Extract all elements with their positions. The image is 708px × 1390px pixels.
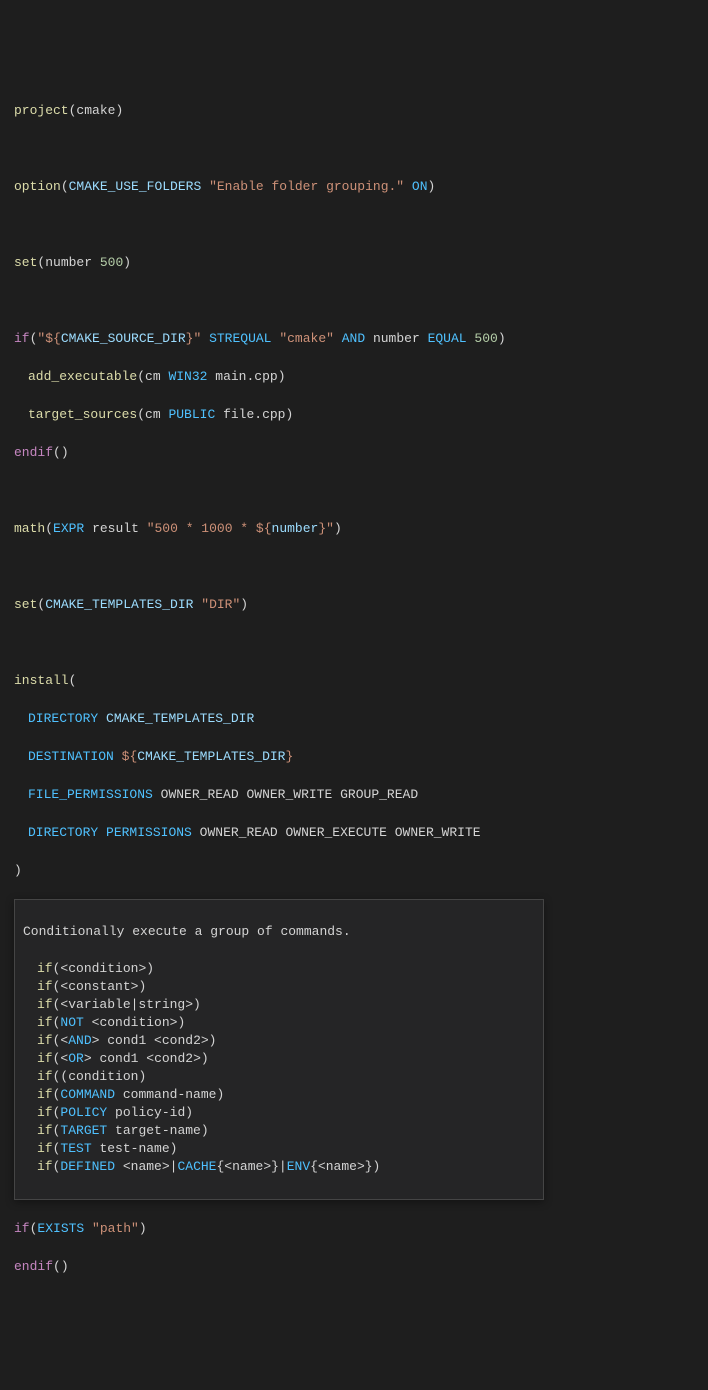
tooltip-row: if(<AND> cond1 <cond2>) xyxy=(23,1032,535,1050)
code-line: add_executable(cm WIN32 main.cpp) xyxy=(14,367,694,386)
code-line xyxy=(14,215,694,234)
code-line: if(EXISTS "path") xyxy=(14,1219,694,1238)
tooltip-row: if(NOT <condition>) xyxy=(23,1014,535,1032)
code-line: project(cmake) xyxy=(14,101,694,120)
code-editor[interactable]: project(cmake) option(CMAKE_USE_FOLDERS … xyxy=(14,82,694,1295)
tooltip-title: Conditionally execute a group of command… xyxy=(23,923,535,941)
tooltip-row: if(<constant>) xyxy=(23,978,535,996)
code-line: option(CMAKE_USE_FOLDERS "Enable folder … xyxy=(14,177,694,196)
code-line: DIRECTORY PERMISSIONS OWNER_READ OWNER_E… xyxy=(14,823,694,842)
code-line: if("${CMAKE_SOURCE_DIR}" STREQUAL "cmake… xyxy=(14,329,694,348)
code-line: ) xyxy=(14,861,694,880)
code-line: DIRECTORY CMAKE_TEMPLATES_DIR xyxy=(14,709,694,728)
code-line: set(number 500) xyxy=(14,253,694,272)
code-line: target_sources(cm PUBLIC file.cpp) xyxy=(14,405,694,424)
code-line: install( xyxy=(14,671,694,690)
tooltip-row: if(POLICY policy-id) xyxy=(23,1104,535,1122)
tooltip-row: if(TEST test-name) xyxy=(23,1140,535,1158)
code-line: DESTINATION ${CMAKE_TEMPLATES_DIR} xyxy=(14,747,694,766)
tooltip-row: if(DEFINED <name>|CACHE{<name>}|ENV{<nam… xyxy=(23,1158,535,1176)
code-line xyxy=(14,557,694,576)
tooltip-row: if((condition) xyxy=(23,1068,535,1086)
code-line xyxy=(14,633,694,652)
tooltip-row: if(<variable|string>) xyxy=(23,996,535,1014)
code-line: FILE_PERMISSIONS OWNER_READ OWNER_WRITE … xyxy=(14,785,694,804)
code-line xyxy=(14,291,694,310)
tooltip-row: if(<condition>) xyxy=(23,960,535,978)
hover-tooltip: Conditionally execute a group of command… xyxy=(14,899,544,1200)
code-line xyxy=(14,481,694,500)
code-line: endif() xyxy=(14,1257,694,1276)
code-line: math(EXPR result "500 * 1000 * ${number}… xyxy=(14,519,694,538)
tooltip-row: if(TARGET target-name) xyxy=(23,1122,535,1140)
tooltip-row: if(<OR> cond1 <cond2>) xyxy=(23,1050,535,1068)
code-line xyxy=(14,139,694,158)
code-line: set(CMAKE_TEMPLATES_DIR "DIR") xyxy=(14,595,694,614)
code-line: endif() xyxy=(14,443,694,462)
tooltip-row: if(COMMAND command-name) xyxy=(23,1086,535,1104)
